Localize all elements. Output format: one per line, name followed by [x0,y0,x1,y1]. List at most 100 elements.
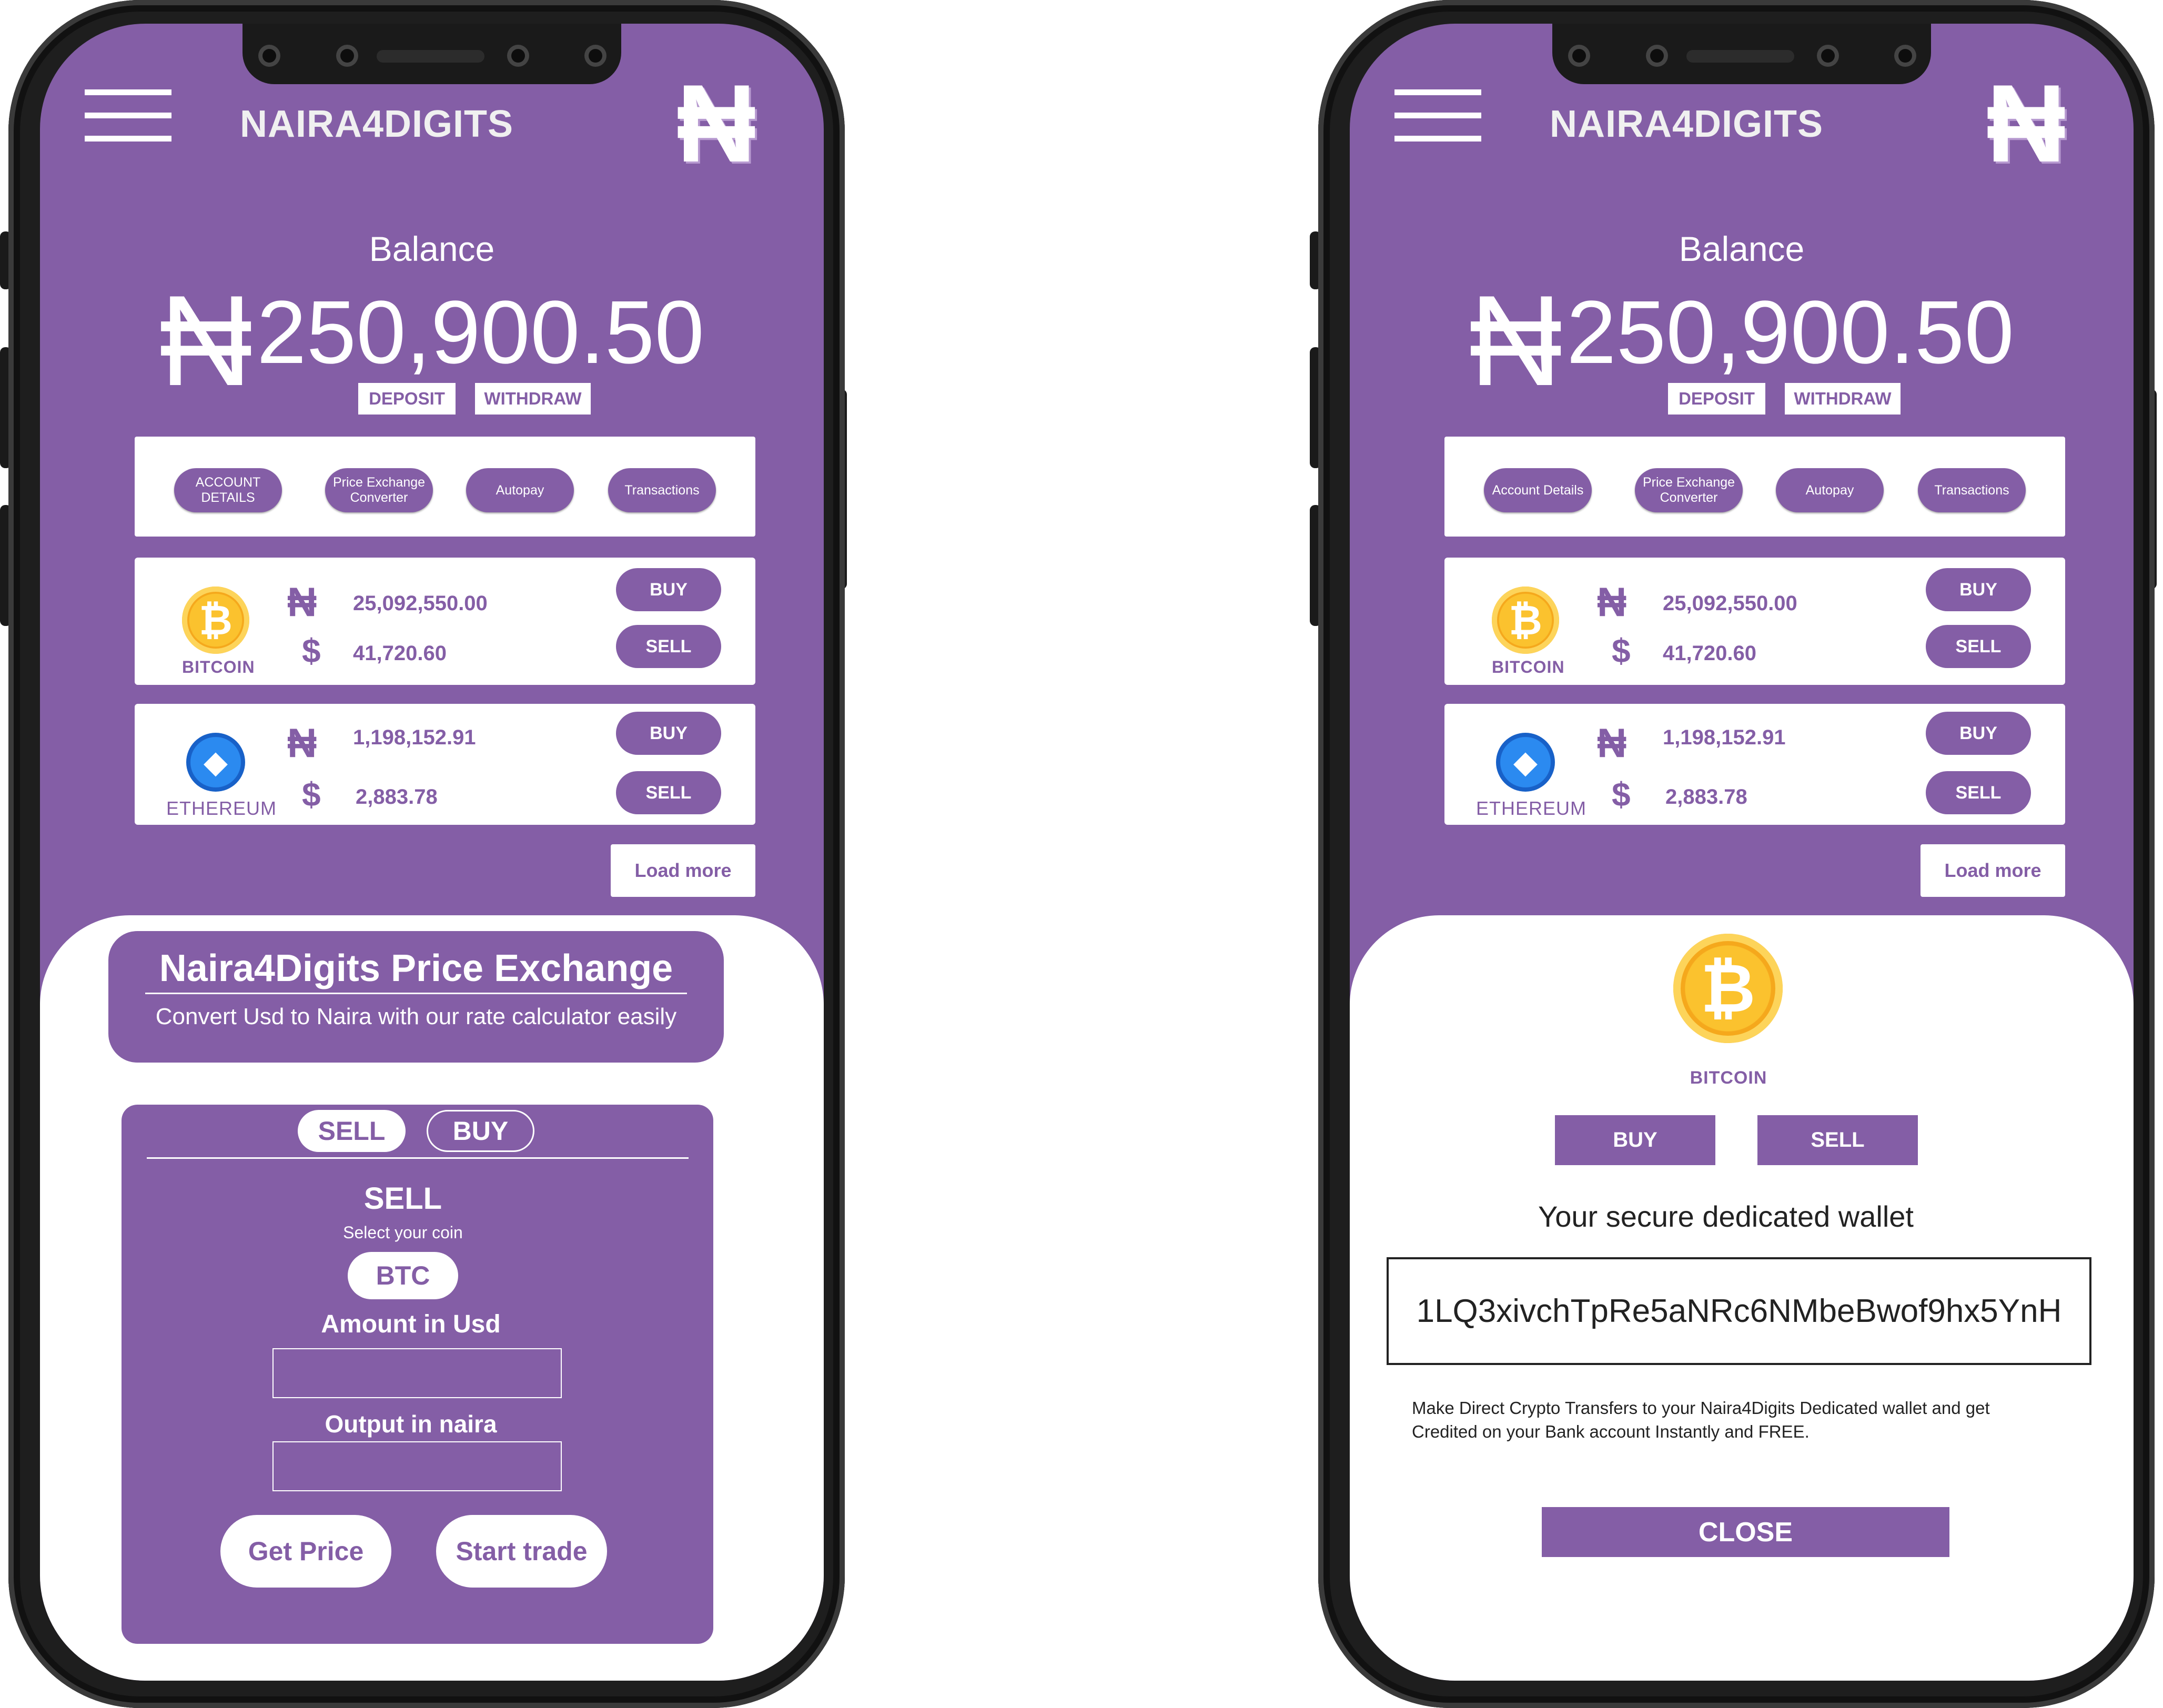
naira-logo-icon: ₦ [1986,62,2066,185]
get-price-button[interactable]: Get Price [220,1515,391,1588]
modal-buy-button[interactable]: BUY [1555,1115,1715,1165]
deposit-button[interactable]: DEPOSIT [358,383,456,415]
select-coin-label: Select your coin [343,1223,463,1242]
app-brand: NAIRA4DIGITS [239,103,514,145]
quick-menu: Account Details Price Exchange Converter… [1444,437,2065,537]
menu-autopay[interactable]: Autopay [1776,468,1884,512]
sell-button[interactable]: SELL [616,625,721,668]
naira-logo-icon: ₦ [676,62,756,185]
naira-price: 25,092,550.00 [353,592,488,615]
amount-usd-input[interactable] [272,1348,562,1398]
menu-price-exchange-converter[interactable]: Price Exchange Converter [325,468,433,512]
dollar-icon: $ [302,775,321,813]
coin-name: ETHEREUM [166,797,277,819]
naira-icon: ₦ [1469,268,1563,412]
price-exchange-subtitle: Convert Usd to Naira with our rate calcu… [155,1004,677,1029]
wallet-label: Your secure dedicated wallet [1538,1200,1914,1233]
bitcoin-card[interactable]: ₿ BITCOIN ₦ 25,092,550.00 $ 41,720.60 BU… [1444,558,2065,685]
menu-account-details[interactable]: Account Details [1484,468,1592,512]
camera-icon [336,45,358,67]
buy-button[interactable]: BUY [1926,712,2031,755]
load-more-button[interactable]: Load more [1921,844,2065,897]
bitcoin-icon: ₿ [182,587,249,654]
buy-button[interactable]: BUY [616,568,721,611]
wallet-note-line: Credited on your Bank account Instantly … [1412,1421,1810,1441]
phone-frame: NAIRA4DIGITS ₦ Balance ₦250,900.50 DEPOS… [1318,0,2155,1708]
sell-button[interactable]: SELL [1926,771,2031,814]
phone-notch [1552,24,1931,84]
balance-label: Balance [369,229,495,268]
balance-label: Balance [1679,229,1805,268]
price-exchange-sheet: Naira4Digits Price Exchange Convert Usd … [40,915,824,1681]
balance-value: 250,900.50 [257,282,704,382]
coin-name: BITCOIN [182,658,255,676]
withdraw-button[interactable]: WITHDRAW [475,383,591,415]
naira-icon: ₦ [1597,720,1627,766]
coin-name: ETHEREUM [1476,797,1587,819]
usd-price: 2,883.78 [1665,785,1747,808]
bitcoin-card[interactable]: ₿ BITCOIN ₦ 25,092,550.00 $ 41,720.60 BU… [135,558,755,685]
naira-price: 1,198,152.91 [1663,726,1786,749]
ethereum-card[interactable]: ◆ ETHEREUM ₦ 1,198,152.91 $ 2,883.78 BUY… [135,704,755,825]
naira-icon: ₦ [287,579,317,625]
phone-mockup-left: NAIRA4DIGITS ₦ Balance ₦250,900.50 DEPOS… [0,0,847,1708]
tab-buy[interactable]: BUY [427,1110,534,1152]
bitcoin-icon: ₿ [1492,587,1559,654]
usd-price: 41,720.60 [353,642,447,665]
coin-name: BITCOIN [1492,658,1565,676]
ethereum-icon: ◆ [1496,733,1555,792]
phone-mockup-right: NAIRA4DIGITS ₦ Balance ₦250,900.50 DEPOS… [1310,0,2157,1708]
speaker-grille [377,50,484,63]
sensor-icon [507,45,529,67]
divider [145,993,687,994]
app-brand: NAIRA4DIGITS [1549,103,1824,145]
menu-autopay[interactable]: Autopay [466,468,574,512]
price-exchange-header: Naira4Digits Price Exchange Convert Usd … [108,931,724,1063]
dollar-icon: $ [1612,632,1631,670]
sell-button[interactable]: SELL [1926,625,2031,668]
wallet-modal: ₿ BITCOIN BUY SELL Your secure dedicated… [1350,915,2134,1681]
amount-usd-label: Amount in Usd [321,1310,501,1338]
sensor-icon [1817,45,1839,67]
trade-calculator: SELL BUY SELL Select your coin BTC Amoun… [122,1105,713,1644]
modal-sell-button[interactable]: SELL [1757,1115,1918,1165]
menu-account-details[interactable]: ACCOUNT DETAILS [174,468,282,512]
camera-icon [1568,45,1590,67]
trade-heading: SELL [363,1181,442,1216]
phone-notch [242,24,621,84]
dollar-icon: $ [302,632,321,670]
wallet-note-line: Make Direct Crypto Transfers to your Nai… [1412,1398,1990,1418]
buy-button[interactable]: BUY [1926,568,2031,611]
menu-transactions[interactable]: Transactions [1918,468,2026,512]
buy-button[interactable]: BUY [616,712,721,755]
naira-price: 25,092,550.00 [1663,592,1797,615]
sell-button[interactable]: SELL [616,771,721,814]
load-more-button[interactable]: Load more [611,844,755,897]
close-button[interactable]: CLOSE [1542,1507,1949,1557]
ethereum-icon: ◆ [186,733,245,792]
hamburger-menu-icon[interactable] [1394,89,1481,142]
wallet-address-field[interactable]: 1LQ3xivchTpRe5aNRc6NMbeBwof9hx5YnH [1387,1257,2091,1365]
usd-price: 2,883.78 [356,785,438,808]
withdraw-button[interactable]: WITHDRAW [1785,383,1901,415]
speaker-grille [1686,50,1794,63]
usd-price: 41,720.60 [1663,642,1756,665]
app-screen: NAIRA4DIGITS ₦ Balance ₦250,900.50 DEPOS… [40,24,824,1681]
deposit-button[interactable]: DEPOSIT [1668,383,1765,415]
hamburger-menu-icon[interactable] [85,89,171,142]
naira-icon: ₦ [159,268,253,412]
ethereum-card[interactable]: ◆ ETHEREUM ₦ 1,198,152.91 $ 2,883.78 BUY… [1444,704,2065,825]
phone-frame: NAIRA4DIGITS ₦ Balance ₦250,900.50 DEPOS… [8,0,845,1708]
app-screen: NAIRA4DIGITS ₦ Balance ₦250,900.50 DEPOS… [1350,24,2134,1681]
divider [147,1157,689,1159]
menu-transactions[interactable]: Transactions [608,468,716,512]
dollar-icon: $ [1612,775,1631,813]
quick-menu: ACCOUNT DETAILS Price Exchange Converter… [135,437,755,537]
start-trade-button[interactable]: Start trade [436,1515,607,1588]
tab-sell[interactable]: SELL [298,1110,406,1152]
menu-price-exchange-converter[interactable]: Price Exchange Converter [1635,468,1743,512]
output-naira-field[interactable] [272,1441,562,1491]
camera-icon [258,45,280,67]
coin-select[interactable]: BTC [348,1252,458,1299]
naira-price: 1,198,152.91 [353,726,476,749]
